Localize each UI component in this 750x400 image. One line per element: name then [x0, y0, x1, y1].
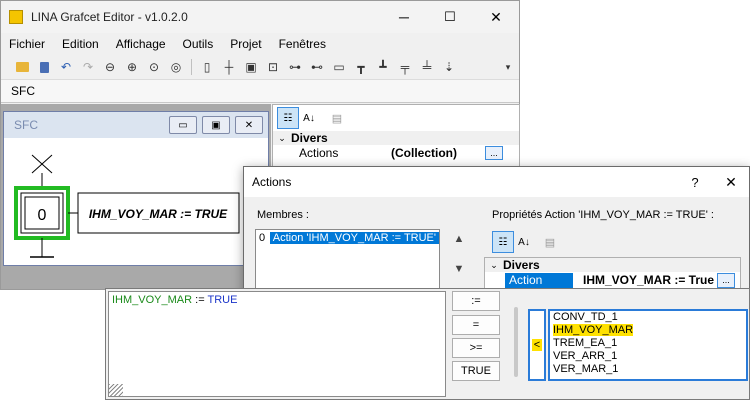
macro-step-icon[interactable]: ⊡ [262, 58, 284, 76]
close-icon[interactable]: ✕ [473, 9, 519, 26]
dialog-prop-value[interactable]: IHM_VOY_MAR := True [583, 273, 717, 287]
list-item[interactable]: IHM_VOY_MAR [550, 324, 746, 337]
minimize-icon[interactable]: ─ [381, 9, 427, 25]
dialog-grid-category: Divers [503, 258, 540, 272]
grid-prop-name: Actions [299, 145, 339, 160]
menu-fichier[interactable]: Fichier [9, 37, 45, 51]
variables-list[interactable]: CONV_TD_1 IHM_VOY_MAR TREM_EA_1 VER_ARR_… [548, 309, 748, 381]
sfc-window-title: SFC [14, 118, 38, 132]
dialog-ellipsis-button[interactable]: ... [717, 272, 735, 288]
sfc-title-bar: SFC ▭ ▣ ✕ [4, 112, 268, 138]
expression-textbox[interactable]: IHM_VOY_MAR := TRUE [108, 291, 446, 397]
action-text: IHM_VOY_MAR := TRUE [89, 207, 228, 221]
divergence-and-icon[interactable]: ╤ [394, 58, 416, 76]
menu-fenetres[interactable]: Fenêtres [279, 37, 326, 51]
selected-member: Action 'IHM_VOY_MAR := TRUE' [269, 231, 439, 244]
categorized-view-icon[interactable]: ☷ [277, 107, 299, 129]
open-folder-icon[interactable] [11, 58, 33, 76]
dialog-prop-name: Action [505, 272, 573, 288]
expression-operator: := [192, 294, 208, 306]
menu-bar: Fichier Edition Affichage Outils Projet … [1, 33, 519, 55]
list-item[interactable]: 0 Action 'IHM_VOY_MAR := TRUE' [256, 230, 439, 245]
grid-prop-value: (Collection) [391, 145, 457, 160]
sfc-toolbar-label: SFC [11, 84, 35, 98]
close-icon[interactable]: ✕ [713, 174, 749, 191]
expression-variable: IHM_VOY_MAR [112, 294, 193, 306]
toolbar-overflow-icon[interactable]: ▾ [497, 58, 519, 76]
convergence-or-icon[interactable]: ┻ [372, 58, 394, 76]
greater-equal-button[interactable]: >= [452, 338, 500, 358]
list-item[interactable]: CONV_TD_1 [550, 311, 746, 324]
equals-button[interactable]: = [452, 315, 500, 335]
zoom-out-icon[interactable]: ⊖ [99, 58, 121, 76]
initial-transition-cross [31, 154, 53, 174]
resize-grip-icon[interactable] [109, 384, 123, 396]
collapse-icon[interactable]: ⌄ [485, 260, 503, 271]
zoom-fit-icon[interactable]: ⊙ [143, 58, 165, 76]
zoom-search-icon[interactable]: ◎ [165, 58, 187, 76]
toolbar: ↶ ↷ ⊖ ⊕ ⊙ ◎ ▯ ┼ ▣ ⊡ ⊶ ⊷ ▭ ┳ ┻ ╤ ╧ ⇣ ▾ [1, 55, 519, 80]
sort-az-icon[interactable]: A↓ [299, 108, 319, 128]
categorized-view-icon[interactable]: ☷ [492, 231, 514, 253]
action-editor: IHM_VOY_MAR := TRUE := = >= TRUE < CONV_… [105, 288, 750, 400]
step-number: 0 [38, 207, 47, 224]
menu-edition[interactable]: Edition [62, 37, 99, 51]
undo-icon[interactable]: ↶ [55, 58, 77, 76]
list-item[interactable]: VER_ARR_1 [550, 350, 746, 363]
grid-category: Divers [291, 131, 328, 145]
action-icon[interactable]: ⊶ [284, 58, 306, 76]
properties-label: Propriétés Action 'IHM_VOY_MAR := TRUE' … [492, 209, 714, 221]
property-pages-icon[interactable]: ▤ [327, 108, 347, 128]
transition-icon[interactable]: ┼ [218, 58, 240, 76]
members-list[interactable]: 0 Action 'IHM_VOY_MAR := TRUE' [255, 229, 440, 289]
editor-scrollbar[interactable] [514, 307, 518, 377]
convergence-and-icon[interactable]: ╧ [416, 58, 438, 76]
grid-ellipsis-button[interactable]: ... [485, 145, 503, 160]
move-down-icon[interactable]: ▼ [448, 263, 470, 279]
app-logo-icon [9, 10, 23, 24]
collapse-icon[interactable]: ⌄ [273, 133, 291, 144]
restore-icon[interactable]: ▣ [202, 116, 230, 134]
step-icon[interactable]: ▯ [196, 58, 218, 76]
app-title: LINA Grafcet Editor - v1.0.2.0 [31, 10, 188, 24]
true-button[interactable]: TRUE [452, 361, 500, 381]
jump-icon[interactable]: ⇣ [438, 58, 460, 76]
move-up-icon[interactable]: ▲ [448, 233, 470, 249]
menu-projet[interactable]: Projet [230, 37, 261, 51]
label-icon[interactable]: ▭ [328, 58, 350, 76]
sfc-canvas[interactable]: 0 IHM_VOY_MAR := TRUE [4, 139, 268, 265]
highlighted-variable: IHM_VOY_MAR [553, 324, 634, 336]
sort-az-icon[interactable]: A↓ [514, 232, 534, 252]
close-icon[interactable]: ✕ [235, 116, 263, 134]
list-item[interactable]: VER_MAR_1 [550, 363, 746, 376]
minimize-icon[interactable]: ▭ [169, 116, 197, 134]
assign-button[interactable]: := [452, 291, 500, 311]
insert-variable-button[interactable]: < [528, 309, 546, 381]
members-label: Membres : [257, 209, 309, 221]
delete-icon[interactable] [33, 58, 55, 76]
list-item[interactable]: TREM_EA_1 [550, 337, 746, 350]
menu-affichage[interactable]: Affichage [116, 37, 166, 51]
property-pages-icon[interactable]: ▤ [540, 232, 560, 252]
action-property-grid: ⌄ Divers Action IHM_VOY_MAR := True ... [484, 257, 741, 289]
receptivity-icon[interactable]: ⊷ [306, 58, 328, 76]
divergence-or-icon[interactable]: ┳ [350, 58, 372, 76]
zoom-in-icon[interactable]: ⊕ [121, 58, 143, 76]
redo-icon[interactable]: ↷ [77, 58, 99, 76]
expression-value: TRUE [207, 294, 238, 306]
dialog-title: Actions [252, 175, 292, 189]
help-icon[interactable]: ? [677, 175, 713, 190]
secondary-toolbar: SFC [1, 80, 519, 103]
initial-step-icon[interactable]: ▣ [240, 58, 262, 76]
maximize-icon[interactable]: ☐ [427, 9, 473, 25]
sfc-window: SFC ▭ ▣ ✕ 0 IHM_VOY_MAR := TRUE [3, 111, 269, 266]
title-bar: LINA Grafcet Editor - v1.0.2.0 ─ ☐ ✕ [1, 1, 519, 33]
menu-outils[interactable]: Outils [183, 37, 214, 51]
